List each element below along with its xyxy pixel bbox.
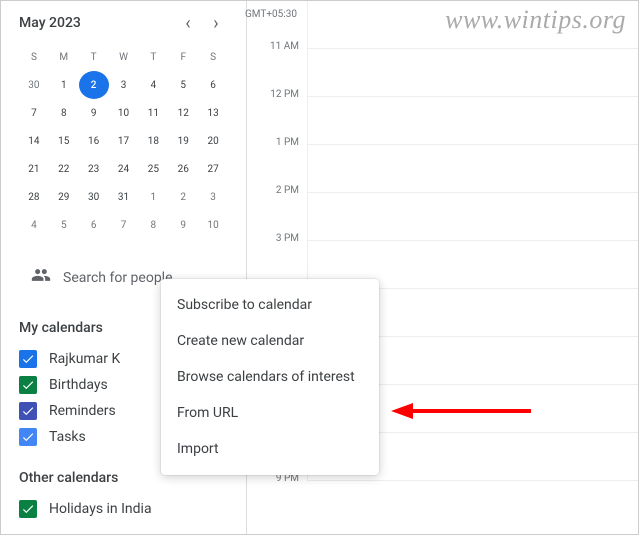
date-cell[interactable]: 9	[79, 99, 109, 127]
menu-from-url[interactable]: From URL	[161, 395, 379, 431]
time-label: 2 PM	[247, 145, 307, 193]
calendar-checkbox[interactable]	[19, 500, 37, 518]
menu-create-new[interactable]: Create new calendar	[161, 323, 379, 359]
menu-subscribe[interactable]: Subscribe to calendar	[161, 287, 379, 323]
date-cell[interactable]: 2	[168, 183, 198, 211]
calendar-label: Tasks	[49, 429, 86, 445]
date-cell[interactable]: 21	[19, 155, 49, 183]
people-icon	[31, 265, 51, 290]
time-label: 12 PM	[247, 49, 307, 97]
date-cell[interactable]: 3	[198, 183, 228, 211]
date-cell[interactable]: 4	[138, 71, 168, 99]
date-cell[interactable]: 20	[198, 127, 228, 155]
date-cell[interactable]: 5	[168, 71, 198, 99]
date-cell[interactable]: 23	[79, 155, 109, 183]
date-cell[interactable]: 11	[138, 99, 168, 127]
date-cell[interactable]: 16	[79, 127, 109, 155]
date-cell[interactable]: 1	[49, 71, 79, 99]
menu-import[interactable]: Import	[161, 431, 379, 467]
day-header: M	[49, 43, 79, 71]
date-cell[interactable]: 6	[79, 211, 109, 239]
month-title: May 2023	[19, 15, 81, 31]
date-cell[interactable]: 2	[79, 71, 109, 99]
time-slot[interactable]	[307, 193, 638, 241]
day-header: S	[198, 43, 228, 71]
date-cell[interactable]: 29	[49, 183, 79, 211]
calendar-checkbox[interactable]	[19, 376, 37, 394]
search-people-label: Search for people	[63, 270, 173, 286]
annotation-arrow	[391, 399, 531, 427]
date-cell[interactable]: 8	[49, 99, 79, 127]
date-cell[interactable]: 7	[109, 211, 139, 239]
day-header: T	[138, 43, 168, 71]
date-cell[interactable]: 30	[79, 183, 109, 211]
mini-calendar: SMTWTFS301234567891011121314151617181920…	[19, 43, 228, 239]
calendar-checkbox[interactable]	[19, 402, 37, 420]
add-calendar-menu: Subscribe to calendar Create new calenda…	[161, 279, 379, 475]
calendar-label: Holidays in India	[49, 501, 152, 517]
calendar-label: Birthdays	[49, 377, 108, 393]
date-cell[interactable]: 9	[168, 211, 198, 239]
date-cell[interactable]: 15	[49, 127, 79, 155]
menu-browse-interest[interactable]: Browse calendars of interest	[161, 359, 379, 395]
date-cell[interactable]: 10	[198, 211, 228, 239]
date-cell[interactable]: 28	[19, 183, 49, 211]
calendar-label: Reminders	[49, 403, 116, 419]
date-cell[interactable]: 3	[109, 71, 139, 99]
time-label: 11 AM	[247, 1, 307, 49]
calendar-checkbox[interactable]	[19, 428, 37, 446]
day-header: F	[168, 43, 198, 71]
date-cell[interactable]: 19	[168, 127, 198, 155]
date-cell[interactable]: 10	[109, 99, 139, 127]
day-header: T	[79, 43, 109, 71]
date-cell[interactable]: 26	[168, 155, 198, 183]
date-cell[interactable]: 4	[19, 211, 49, 239]
date-cell[interactable]: 7	[19, 99, 49, 127]
time-slot[interactable]	[307, 145, 638, 193]
prev-month-button[interactable]: ‹	[176, 11, 200, 35]
date-cell[interactable]: 17	[109, 127, 139, 155]
next-month-button[interactable]: ›	[204, 11, 228, 35]
date-cell[interactable]: 24	[109, 155, 139, 183]
day-header: S	[19, 43, 49, 71]
time-label: 3 PM	[247, 193, 307, 241]
date-cell[interactable]: 8	[138, 211, 168, 239]
date-cell[interactable]: 6	[198, 71, 228, 99]
calendar-label: Rajkumar K	[49, 351, 120, 367]
time-slot[interactable]	[307, 49, 638, 97]
date-cell[interactable]: 5	[49, 211, 79, 239]
date-cell[interactable]: 1	[138, 183, 168, 211]
time-slot[interactable]	[307, 97, 638, 145]
date-cell[interactable]: 30	[19, 71, 49, 99]
calendar-item[interactable]: Holidays in India	[19, 496, 228, 522]
date-cell[interactable]: 25	[138, 155, 168, 183]
date-cell[interactable]: 14	[19, 127, 49, 155]
watermark: www.wintips.org	[445, 5, 626, 35]
date-cell[interactable]: 18	[138, 127, 168, 155]
time-label: 1 PM	[247, 97, 307, 145]
date-cell[interactable]: 22	[49, 155, 79, 183]
calendar-checkbox[interactable]	[19, 350, 37, 368]
date-cell[interactable]: 12	[168, 99, 198, 127]
date-cell[interactable]: 27	[198, 155, 228, 183]
date-cell[interactable]: 13	[198, 99, 228, 127]
date-cell[interactable]: 31	[109, 183, 139, 211]
day-header: W	[109, 43, 139, 71]
